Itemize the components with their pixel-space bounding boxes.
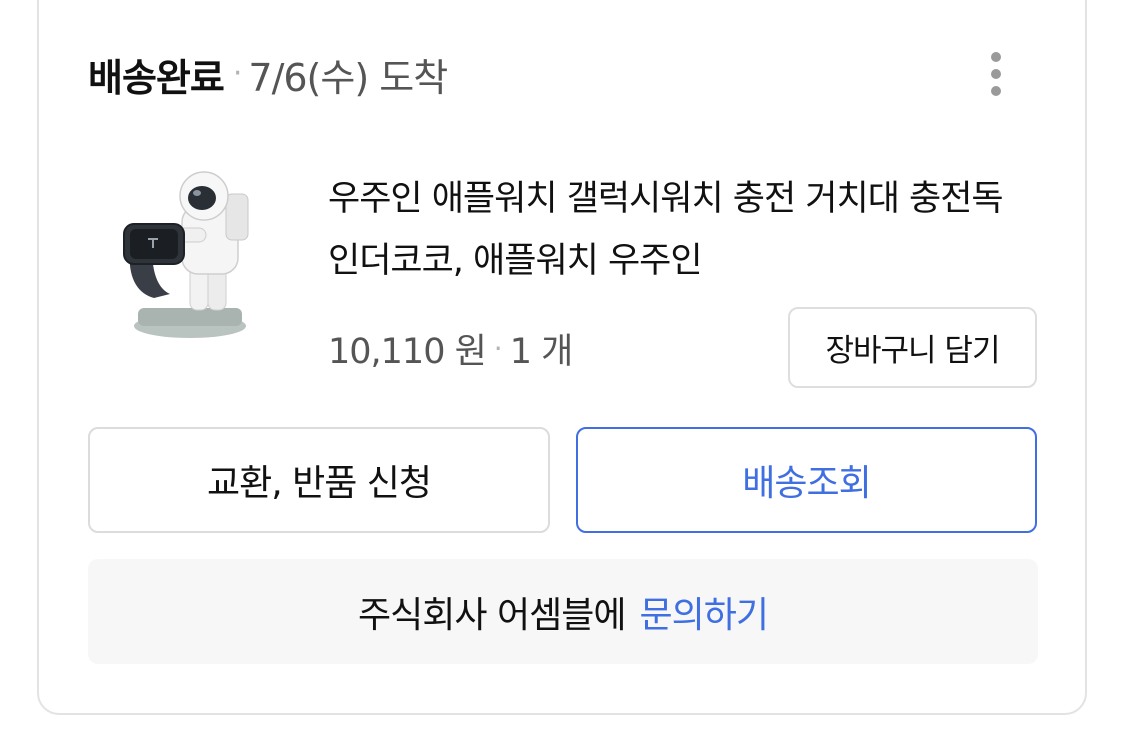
header-separator: · — [232, 55, 243, 91]
delivery-tracking-button[interactable]: 배송조회 — [576, 427, 1037, 533]
product-quantity: 1 개 — [509, 331, 574, 372]
more-vertical-icon — [991, 52, 1001, 62]
inquiry-link[interactable]: 문의하기 — [639, 586, 768, 638]
order-header: 배송완료 · 7/6(수) 도착 — [88, 44, 448, 104]
price-quantity-row: 10,110 원 · 1 개 — [328, 322, 574, 374]
product-thumbnail[interactable] — [108, 168, 256, 348]
price-separator: · — [493, 331, 503, 365]
arrival-date: 7/6(수) 도착 — [248, 55, 448, 100]
product-price: 10,110 원 — [328, 331, 487, 372]
exchange-return-button[interactable]: 교환, 반품 신청 — [88, 427, 550, 533]
inquiry-seller-text: 주식회사 어셈블에 — [358, 594, 626, 636]
astronaut-watch-stand-image — [123, 171, 249, 338]
seller-inquiry-bar[interactable]: 주식회사 어셈블에 문의하기 — [88, 559, 1038, 664]
more-options-button[interactable] — [970, 44, 1022, 104]
add-to-cart-button[interactable]: 장바구니 담기 — [788, 307, 1037, 388]
product-title[interactable]: 우주인 애플워치 갤럭시워치 충전 거치대 충전독 인더코코, 애플워치 우주인 — [328, 168, 1018, 292]
delivery-status: 배송완료 — [88, 55, 225, 100]
